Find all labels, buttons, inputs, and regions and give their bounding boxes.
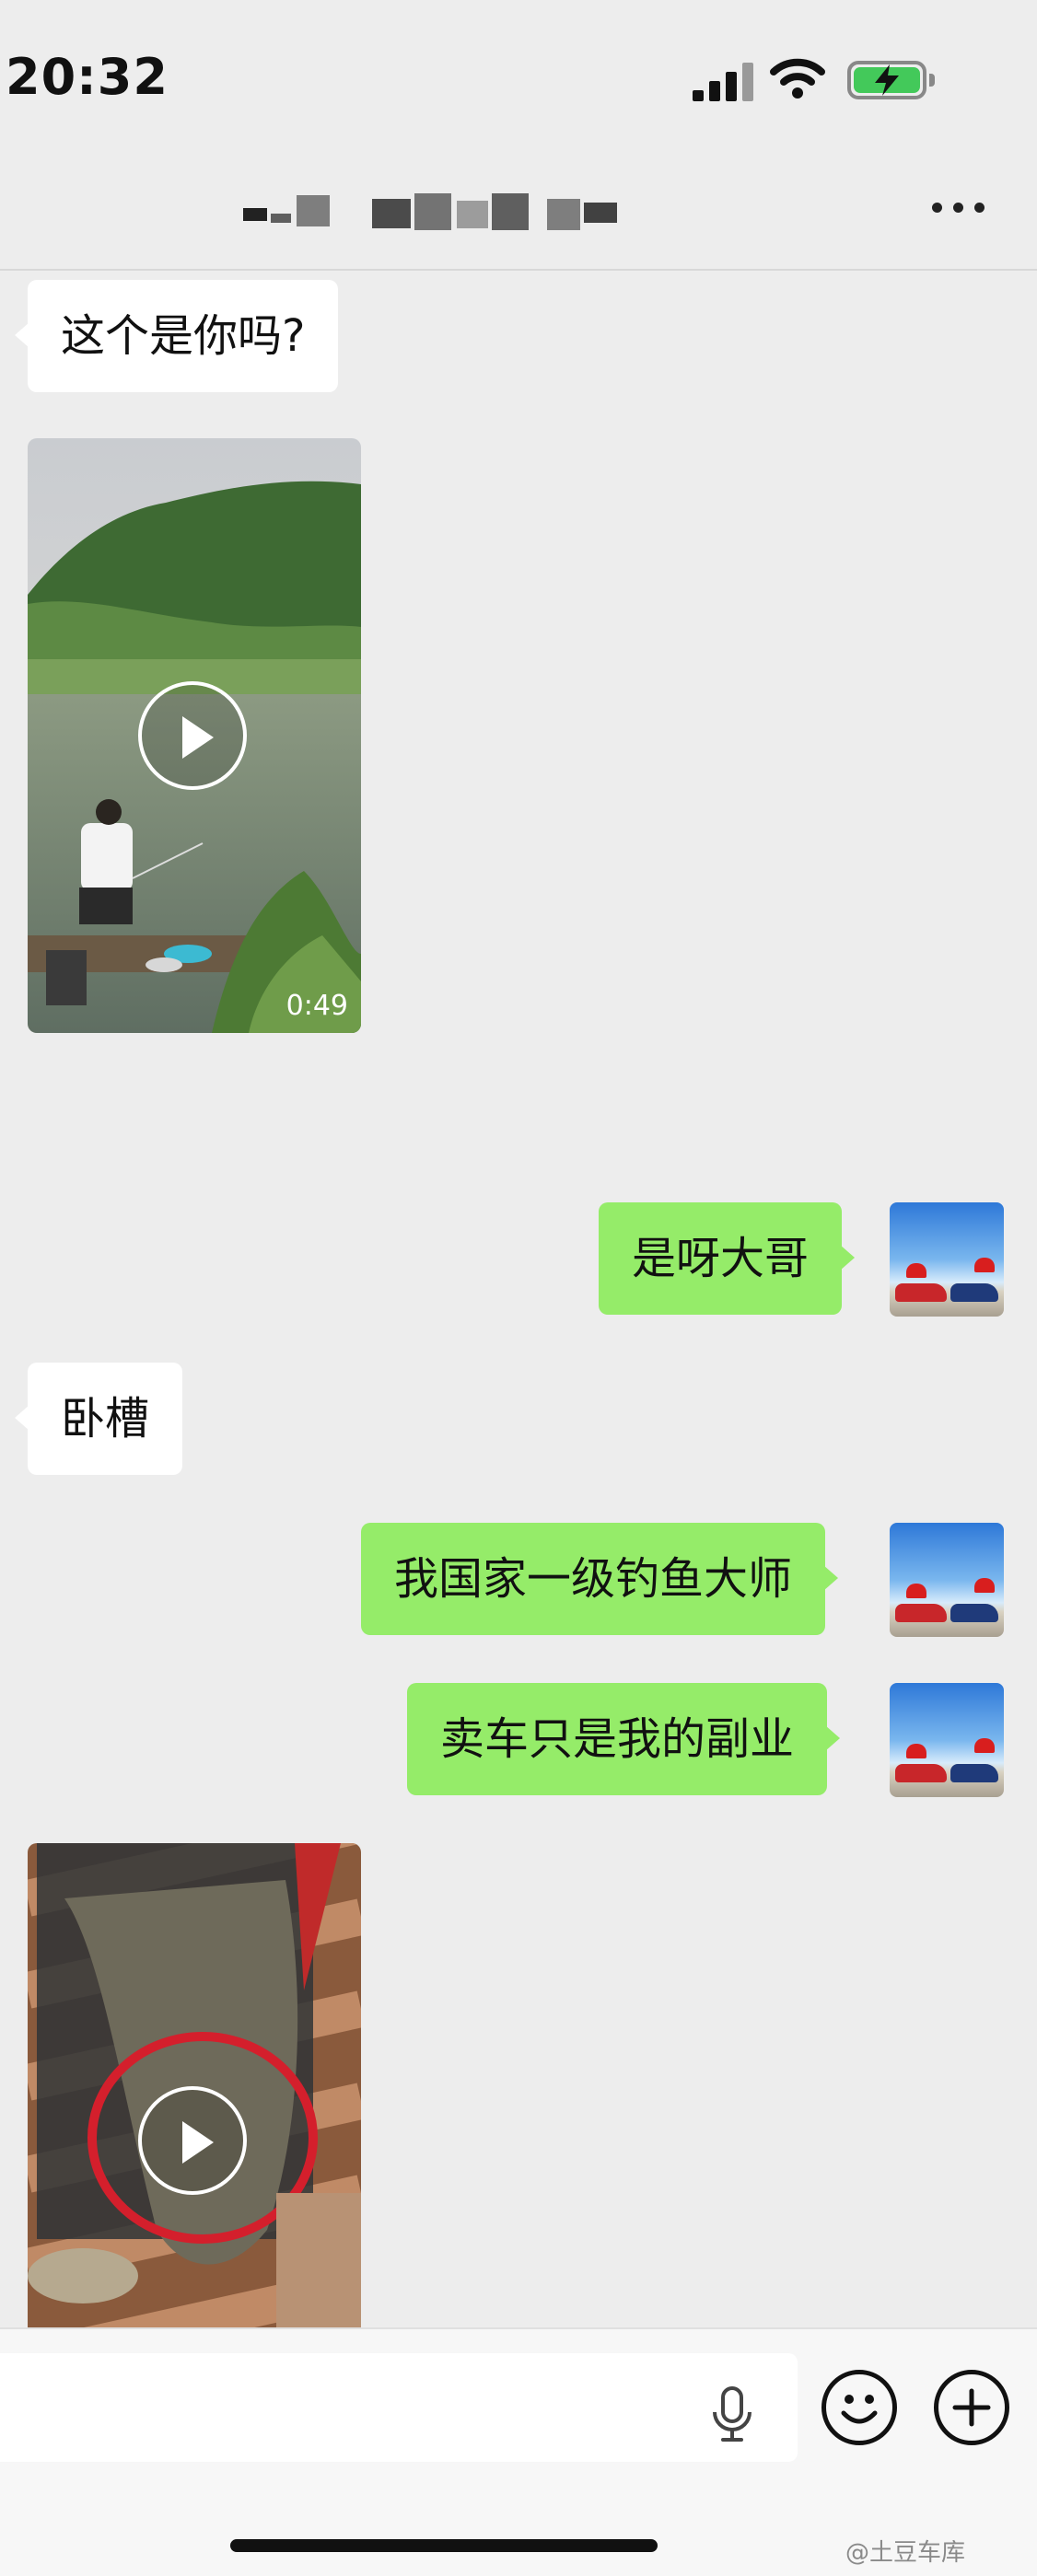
- status-time: 20:32: [6, 48, 169, 106]
- message-input[interactable]: [0, 2353, 798, 2462]
- incoming-video-message[interactable]: [28, 1843, 361, 2327]
- incoming-video-message[interactable]: 0:49: [28, 438, 361, 1033]
- user-avatar[interactable]: [890, 1523, 1004, 1637]
- watermark: @土豆车库: [845, 2539, 966, 2567]
- video-duration: 0:49: [285, 990, 348, 1022]
- outgoing-message[interactable]: 是呀大哥: [599, 1202, 856, 1315]
- wifi-icon: [770, 57, 825, 103]
- play-icon[interactable]: [138, 681, 247, 790]
- emoji-icon[interactable]: [821, 2370, 897, 2445]
- outgoing-message[interactable]: 我国家一级钓鱼大师: [361, 1523, 839, 1635]
- user-avatar[interactable]: [890, 1202, 1004, 1317]
- microphone-icon[interactable]: [709, 2386, 755, 2447]
- chat-header: [0, 147, 1037, 271]
- outgoing-message[interactable]: 卖车只是我的副业: [407, 1683, 841, 1795]
- battery-icon: [847, 61, 935, 99]
- incoming-message[interactable]: 卧槽: [14, 1363, 183, 1475]
- home-indicator[interactable]: [230, 2539, 658, 2552]
- more-dots-icon[interactable]: [932, 203, 985, 214]
- incoming-message[interactable]: 这个是你吗?: [14, 280, 339, 392]
- play-icon[interactable]: [138, 2086, 247, 2195]
- user-avatar[interactable]: [890, 1683, 1004, 1797]
- plus-icon[interactable]: [934, 2370, 1009, 2445]
- chat-title-redacted: [243, 190, 639, 234]
- signal-icon: [693, 61, 753, 101]
